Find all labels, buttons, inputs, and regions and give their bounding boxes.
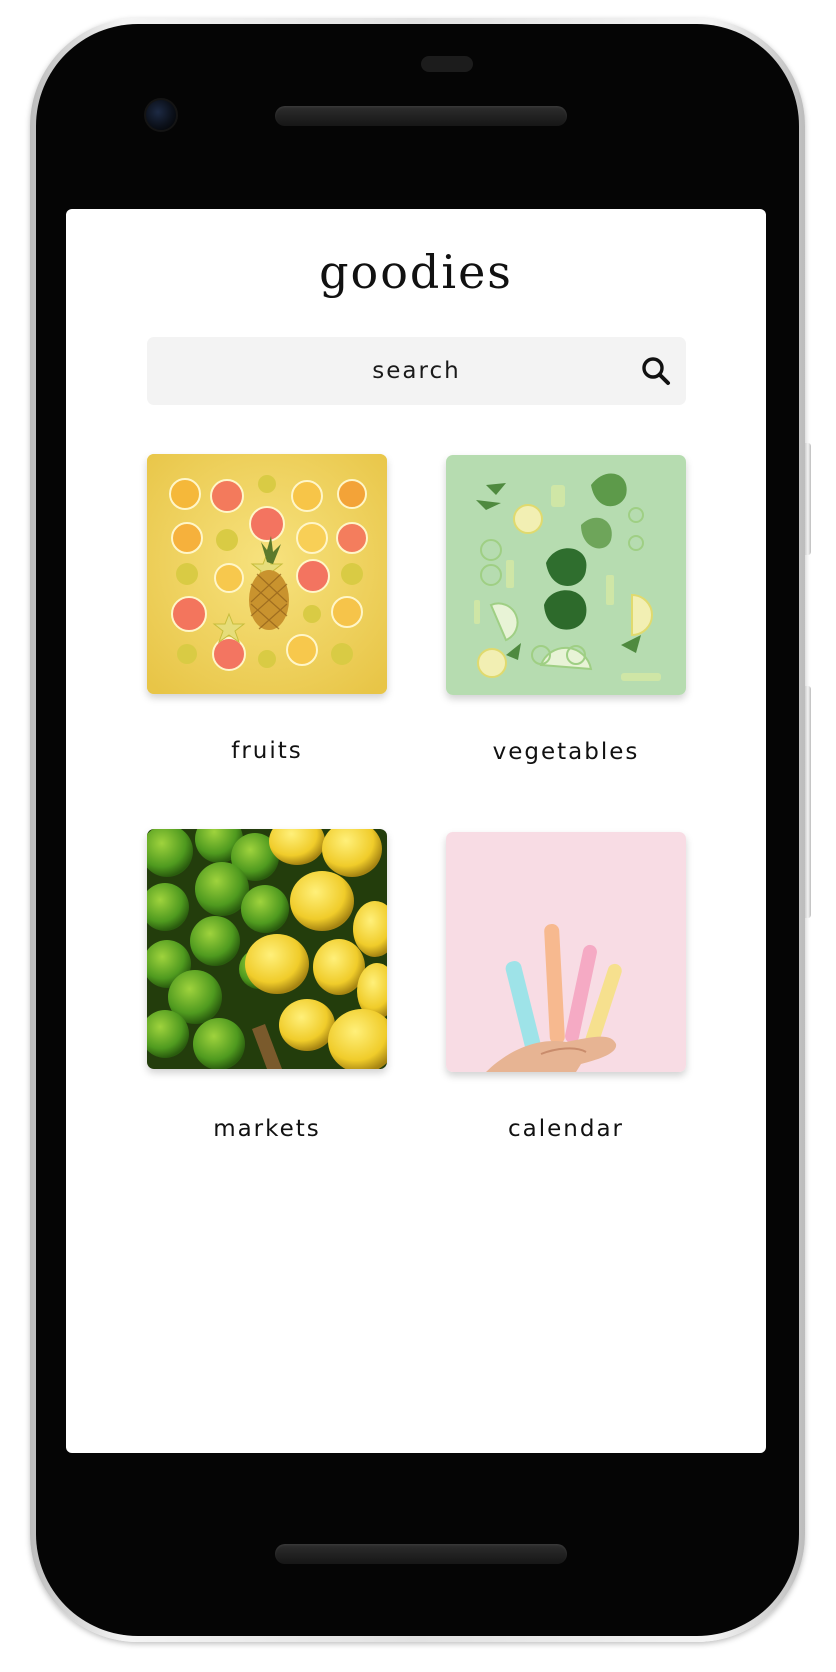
app-title: goodies	[319, 245, 513, 299]
category-label-markets[interactable]: markets	[147, 1116, 387, 1142]
markets-photo	[147, 829, 387, 1069]
top-speaker	[275, 106, 567, 126]
category-label-fruits[interactable]: fruits	[147, 738, 387, 764]
category-tile-markets[interactable]: markets	[147, 829, 387, 1142]
search-bar[interactable]	[147, 337, 686, 405]
search-input[interactable]	[147, 337, 686, 405]
vegetables-image[interactable]	[446, 455, 686, 695]
front-camera	[144, 98, 178, 132]
category-tile-fruits[interactable]: fruits	[147, 454, 387, 764]
power-button[interactable]	[805, 443, 811, 555]
category-tile-vegetables[interactable]: vegetables	[446, 455, 686, 765]
calendar-image[interactable]	[446, 832, 686, 1072]
proximity-sensor	[421, 56, 473, 72]
markets-image[interactable]	[147, 829, 387, 1069]
fruits-image[interactable]	[147, 454, 387, 694]
category-tile-calendar[interactable]: calendar	[446, 832, 686, 1142]
search-icon[interactable]	[640, 355, 672, 387]
volume-button[interactable]	[805, 686, 811, 918]
category-label-calendar[interactable]: calendar	[446, 1116, 686, 1142]
bottom-speaker	[275, 1544, 567, 1564]
fruits-photo	[147, 454, 387, 694]
app-screen: goodies search fruits vegetables markets…	[66, 209, 766, 1453]
vegetables-photo	[446, 455, 686, 695]
category-label-vegetables[interactable]: vegetables	[446, 739, 686, 765]
calendar-photo	[446, 832, 686, 1072]
